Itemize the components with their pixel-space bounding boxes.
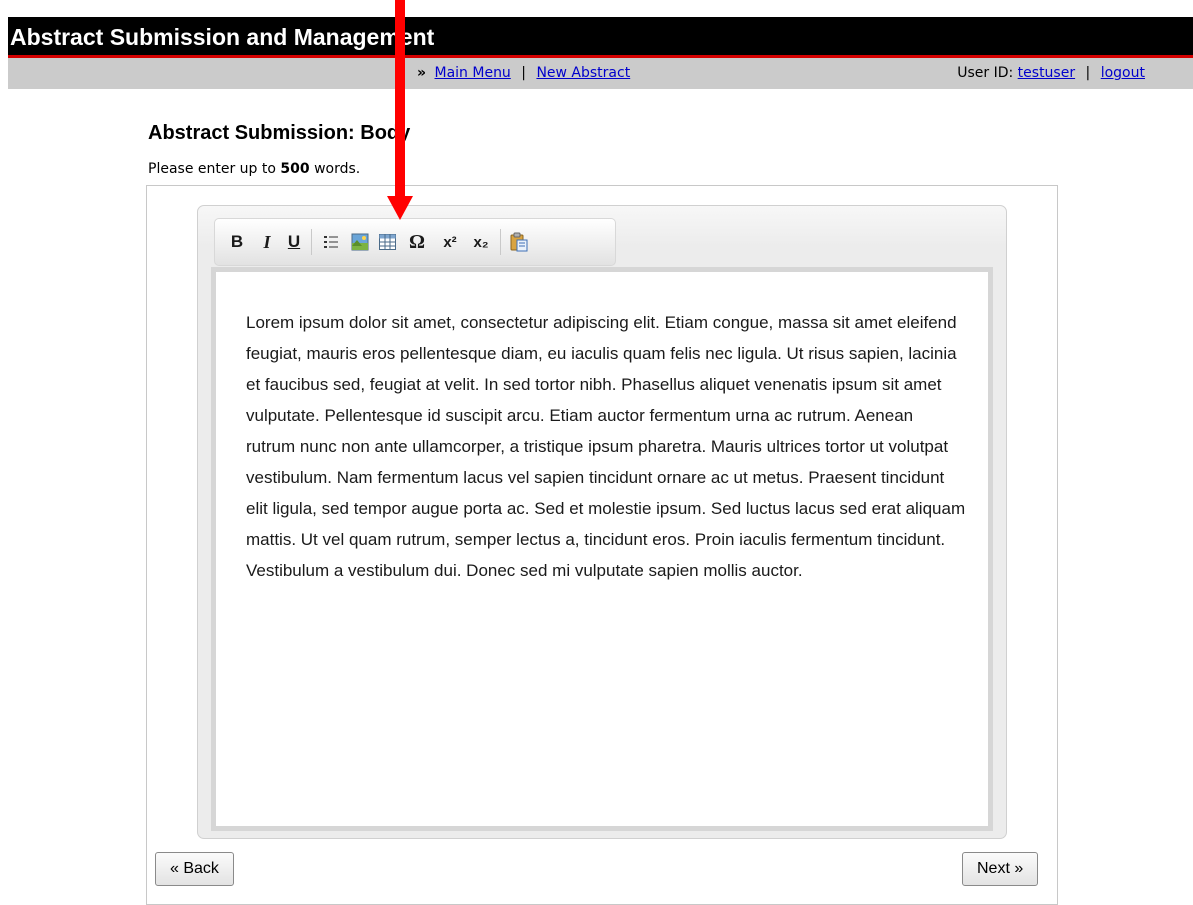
nav-links: » Main Menu | New Abstract [417,65,630,81]
special-character-icon[interactable]: Ω [405,230,429,254]
user-separator: | [1085,65,1091,81]
underline-icon[interactable]: U [282,230,306,254]
user-id-label: User ID: [957,65,1014,81]
abstract-body-text[interactable]: Lorem ipsum dolor sit amet, consectetur … [246,307,966,586]
page-title: Abstract Submission: Body [148,122,411,144]
instructions: Please enter up to 500 words. [148,161,360,177]
editor-toolbar: B I U Ω x² x₂ [214,218,616,266]
instructions-after: words. [314,161,361,177]
subscript-icon[interactable]: x₂ [466,230,496,254]
main-menu-link[interactable]: Main Menu [435,65,511,81]
annotation-arrow-shaft [395,0,405,198]
app-title: Abstract Submission and Management [10,24,435,50]
nav-prefix: » [417,65,427,81]
bulleted-list-icon[interactable] [319,230,343,254]
instructions-before: Please enter up to [148,161,276,177]
nav-bar: » Main Menu | New Abstract User ID: test… [8,58,1193,89]
superscript-icon[interactable]: x² [435,230,465,254]
annotation-arrow-head [387,196,413,220]
insert-image-icon[interactable] [348,230,372,254]
toolbar-separator [500,229,501,255]
paste-icon[interactable] [507,230,531,254]
new-abstract-link[interactable]: New Abstract [536,65,630,81]
user-info: User ID: testuser | logout [957,65,1145,81]
toolbar-separator [311,229,312,255]
user-id-link[interactable]: testuser [1018,65,1075,81]
nav-separator: | [521,65,526,81]
insert-table-icon[interactable] [375,230,399,254]
back-button[interactable]: « Back [155,852,234,886]
bold-icon[interactable]: B [225,230,249,254]
header-bar: Abstract Submission and Management [8,17,1193,58]
next-button[interactable]: Next » [962,852,1039,886]
italic-icon[interactable]: I [255,230,279,254]
word-limit: 500 [280,161,310,177]
logout-link[interactable]: logout [1101,65,1145,81]
